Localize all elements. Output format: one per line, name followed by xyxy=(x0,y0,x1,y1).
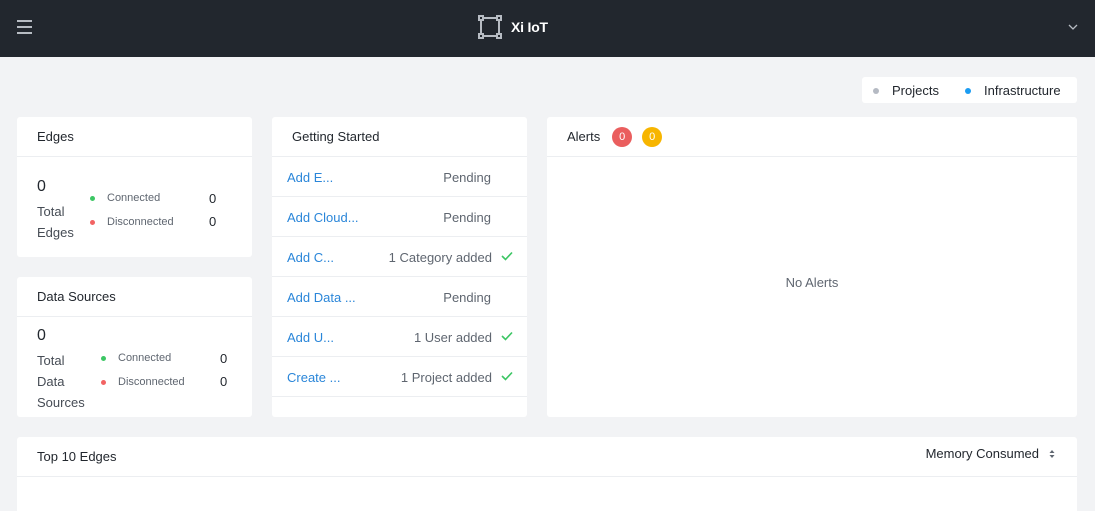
getting-started-status: 1 Category added xyxy=(388,250,492,265)
toggle-infrastructure-label: Infrastructure xyxy=(984,83,1061,98)
getting-started-link[interactable]: Add U... xyxy=(287,330,334,345)
getting-started-row: Create ... 1 Project added xyxy=(272,357,527,397)
infrastructure-dot-icon xyxy=(965,87,971,94)
data-sources-total-label-line: Data xyxy=(37,374,65,389)
data-sources-connected-count: 0 xyxy=(220,351,228,366)
getting-started-status: Pending xyxy=(443,290,491,305)
menu-icon[interactable] xyxy=(17,20,32,34)
edges-connected: Connected xyxy=(90,192,160,204)
disconnected-dot-icon xyxy=(90,219,95,225)
data-sources-card-title: Data Sources xyxy=(17,277,252,317)
sort-dropdown-label: Memory Consumed xyxy=(925,446,1039,461)
getting-started-link[interactable]: Create ... xyxy=(287,370,340,385)
getting-started-row: Add Cloud... Pending xyxy=(272,197,527,237)
data-sources-connected: Connected xyxy=(101,352,171,364)
data-sources-disconnected-label: Disconnected xyxy=(118,376,185,388)
edges-total-label-line: Edges xyxy=(37,225,74,240)
chevron-down-icon[interactable] xyxy=(1067,21,1079,33)
no-alerts-text: No Alerts xyxy=(785,275,839,290)
getting-started-row: Add Data ... Pending xyxy=(272,277,527,317)
alerts-title: Alerts xyxy=(567,129,601,144)
getting-started-link[interactable]: Add Cloud... xyxy=(287,210,359,225)
getting-started-status: 1 User added xyxy=(413,330,492,345)
data-sources-total-label: Total Data Sources xyxy=(37,350,85,413)
disconnected-dot-icon xyxy=(101,379,106,385)
getting-started-row: Add U... 1 User added xyxy=(272,317,527,357)
toggle-infrastructure[interactable]: Infrastructure xyxy=(965,83,1061,98)
data-sources-total-label-line: Total xyxy=(37,353,65,368)
top-edges-title: Top 10 Edges xyxy=(17,437,1077,477)
getting-started-row: Add E... Pending xyxy=(272,157,527,197)
edges-disconnected-label: Disconnected xyxy=(107,216,174,228)
checkmark-icon xyxy=(501,331,513,341)
view-toggle: Projects Infrastructure xyxy=(862,77,1077,103)
checkmark-icon xyxy=(501,251,513,261)
brand-name: Xi IoT xyxy=(511,19,548,35)
toggle-projects-label: Projects xyxy=(892,83,939,98)
edges-total-value: 0 xyxy=(37,178,46,195)
toggle-projects[interactable]: Projects xyxy=(873,83,939,98)
getting-started-link[interactable]: Add Data ... xyxy=(287,290,356,305)
data-sources-total-value: 0 xyxy=(37,327,46,344)
getting-started-status: Pending xyxy=(443,170,491,185)
top-edges-card: Top 10 Edges Memory Consumed xyxy=(17,437,1077,511)
edges-total-label-line: Total xyxy=(37,204,65,219)
alerts-header: Alerts 0 0 xyxy=(547,117,1077,157)
top-nav-bar: Xi IoT xyxy=(0,0,1095,57)
data-sources-card: Data Sources 0 Total Data Sources Connec… xyxy=(17,277,252,417)
edges-connected-count: 0 xyxy=(209,191,217,206)
sort-icon xyxy=(1049,449,1055,458)
checkmark-icon xyxy=(501,371,513,381)
edges-card: Edges 0 Total Edges Connected 0 Disconne… xyxy=(17,117,252,257)
edges-card-title: Edges xyxy=(17,117,252,157)
connected-dot-icon xyxy=(101,355,106,361)
critical-alerts-badge[interactable]: 0 xyxy=(612,126,633,147)
warning-alerts-badge[interactable]: 0 xyxy=(642,126,663,147)
alerts-card: Alerts 0 0 No Alerts xyxy=(547,117,1077,417)
data-sources-connected-label: Connected xyxy=(118,352,172,364)
getting-started-status: Pending xyxy=(443,210,491,225)
edges-disconnected-count: 0 xyxy=(209,214,217,229)
getting-started-title: Getting Started xyxy=(272,117,527,157)
getting-started-card: Getting Started Add E... Pending Add Cloud… xyxy=(272,117,527,417)
brand[interactable]: Xi IoT xyxy=(477,14,548,40)
getting-started-link[interactable]: Add E... xyxy=(287,170,333,185)
connected-dot-icon xyxy=(90,195,95,201)
data-sources-total-label-line: Sources xyxy=(37,395,85,410)
data-sources-disconnected: Disconnected xyxy=(101,376,185,388)
sort-dropdown[interactable]: Memory Consumed xyxy=(926,446,1055,461)
getting-started-status: 1 Project added xyxy=(400,370,492,385)
edges-total-label: Total Edges xyxy=(37,201,74,243)
edges-connected-label: Connected xyxy=(107,192,161,204)
projects-dot-icon xyxy=(873,87,879,94)
edges-disconnected: Disconnected xyxy=(90,216,174,228)
getting-started-row: Add C... 1 Category added xyxy=(272,237,527,277)
data-sources-disconnected-count: 0 xyxy=(220,374,228,389)
getting-started-link[interactable]: Add C... xyxy=(287,250,334,265)
xi-iot-logo-icon xyxy=(478,15,502,39)
